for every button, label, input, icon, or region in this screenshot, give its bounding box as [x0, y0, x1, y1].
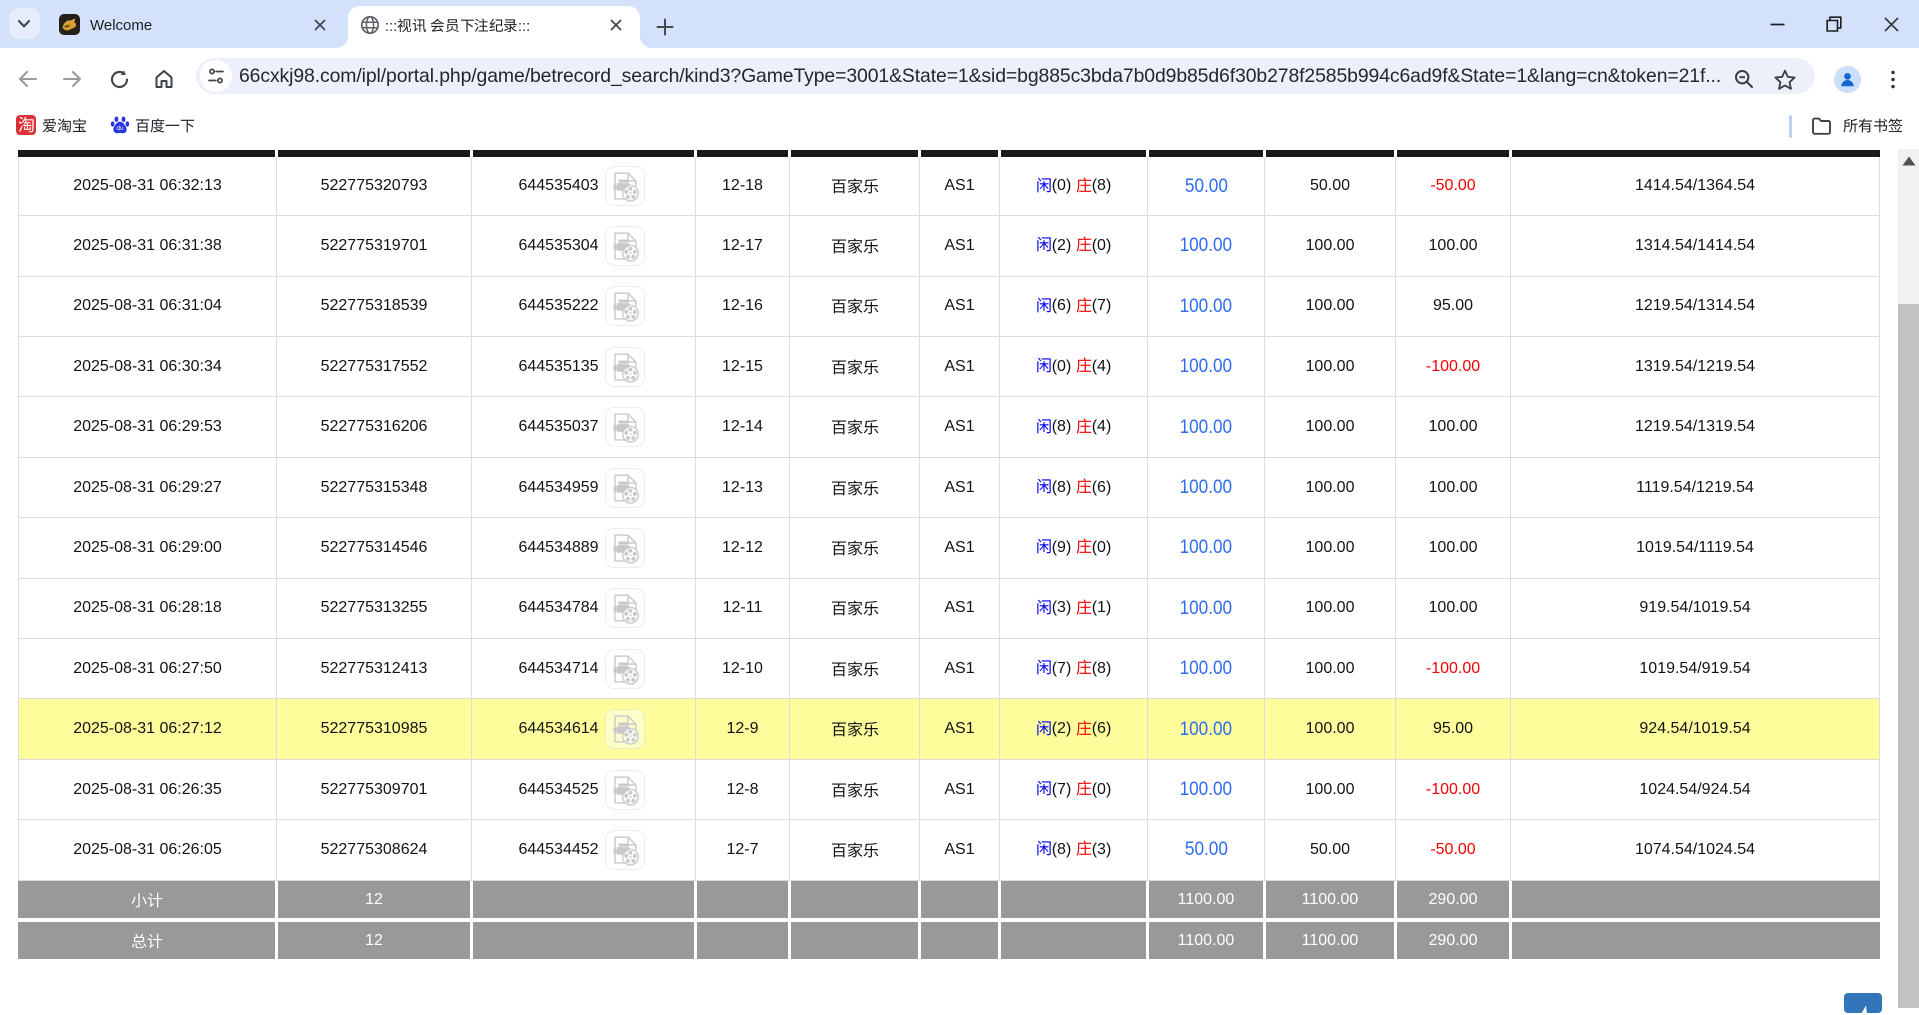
- svg-text:du: du: [116, 125, 124, 132]
